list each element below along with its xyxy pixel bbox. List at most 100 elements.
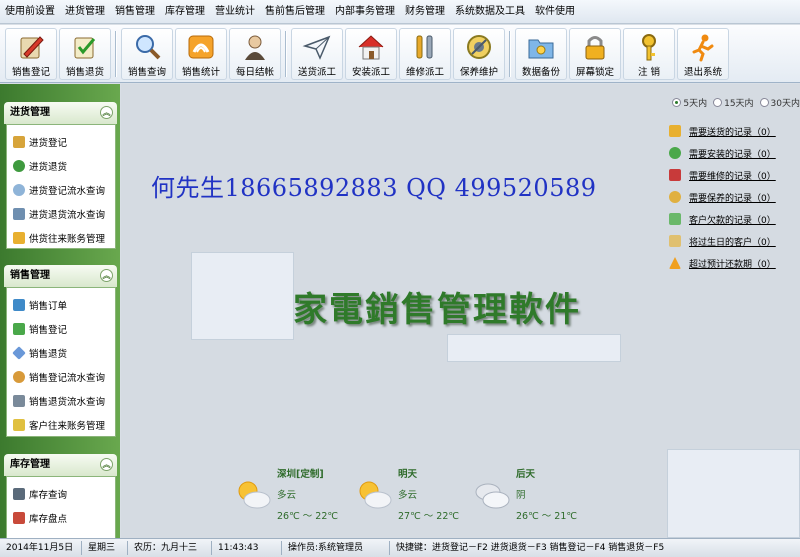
menu-finance[interactable]: 财务管理: [400, 0, 450, 24]
nav-label: 销售退货: [29, 349, 68, 360]
nav-sales-order[interactable]: 销售订单: [13, 295, 67, 315]
status-date: 2014年11月5日: [2, 541, 82, 555]
reminder-link[interactable]: 超过预计还款期（0）: [689, 257, 776, 270]
cake-icon: [669, 235, 681, 247]
nav-purchase-register[interactable]: 进货登记: [13, 132, 67, 152]
decorative-panel: [667, 449, 800, 538]
repair-dispatch-label: 维修派工: [405, 67, 444, 78]
partly-cloudy-icon: [359, 481, 392, 509]
section-body-stock: 库存查询 库存盘点: [6, 476, 116, 538]
weather-tomorrow: 明天 多云 27℃ ～ 22℃: [354, 466, 464, 526]
nav-customer-accounts[interactable]: 客户往来账务管理: [13, 415, 105, 435]
nav-label: 进货登记流水查询: [29, 186, 106, 197]
box-icon: [13, 232, 25, 244]
section-body-purchase: 进货登记 进货退货 进货登记流水查询 进货退货流水查询 供货往来账务管理: [6, 124, 116, 249]
section-header-purchase[interactable]: 进货管理 ︽: [4, 102, 117, 124]
nav-sales-register[interactable]: 销售登记: [13, 319, 67, 339]
weather-condition: 多云: [398, 490, 418, 501]
nav-supplier-accounts[interactable]: 供货往来账务管理: [13, 228, 105, 248]
daily-settlement-label: 每日结帐: [235, 67, 274, 78]
status-lunar-date: 农历：九月十三: [130, 541, 212, 555]
radio-30-days[interactable]: 30天内: [759, 96, 800, 109]
menu-setup[interactable]: 使用前设置: [0, 0, 60, 24]
nav-purchase-return-log[interactable]: 进货退货流水查询: [13, 204, 105, 224]
menu-sales[interactable]: 销售管理: [110, 0, 160, 24]
radio-15-days[interactable]: 15天内: [713, 96, 754, 109]
section-header-sales[interactable]: 销售管理 ︽: [4, 265, 117, 287]
nav-label: 库存查询: [29, 490, 68, 501]
radio-dot: [713, 98, 723, 107]
reminder-link[interactable]: 需要维修的记录（0）: [689, 169, 776, 182]
register-icon: [13, 323, 25, 335]
status-operator: 操作员:系统管理员: [284, 541, 390, 555]
daily-settlement-button[interactable]: 每日结帐: [229, 28, 281, 80]
weather-temperature: 26℃ ～ 22℃: [277, 511, 339, 522]
order-icon: [13, 299, 25, 311]
section-title-stock: 库存管理: [10, 459, 50, 470]
nav-label: 进货退货: [29, 162, 68, 173]
menu-business-stats[interactable]: 营业统计: [210, 0, 260, 24]
logout-button[interactable]: 注 销: [623, 28, 675, 80]
install-dispatch-button[interactable]: 安装派工: [345, 28, 397, 80]
weather-location: 深圳[定制]: [277, 469, 324, 480]
nav-stock-query[interactable]: 库存查询: [13, 484, 67, 504]
reminder-overdue[interactable]: 超过预计还款期（0）: [669, 252, 800, 274]
sales-register-button[interactable]: 销售登记: [5, 28, 57, 80]
screen-lock-button[interactable]: 屏幕锁定: [569, 28, 621, 80]
maintenance-button[interactable]: 保养维护: [453, 28, 505, 80]
reminder-install[interactable]: 需要安装的记录（0）: [669, 142, 800, 164]
nav-label: 供货往来账务管理: [29, 234, 106, 245]
delivery-dispatch-button[interactable]: 送货派工: [291, 28, 343, 80]
nav-stock-count[interactable]: 库存盘点: [13, 508, 67, 528]
tools-icon: [416, 35, 433, 59]
repair-dispatch-button[interactable]: 维修派工: [399, 28, 451, 80]
menu-bar: 使用前设置 进货管理 销售管理 库存管理 营业统计 售前售后管理 内部事务管理 …: [0, 0, 800, 24]
nav-label: 销售订单: [29, 301, 68, 312]
section-body-sales: 销售订单 销售登记 销售退货 销售登记流水查询 销售退货流水查询 客户往来账务管…: [6, 287, 116, 437]
collapse-icon[interactable]: ︽: [100, 269, 113, 282]
reminder-birthday[interactable]: 将过生日的客户（0）: [669, 230, 800, 252]
menu-service[interactable]: 售前售后管理: [260, 0, 330, 24]
delivery-dispatch-label: 送货派工: [297, 67, 336, 78]
sales-stats-button[interactable]: 销售统计: [175, 28, 227, 80]
globe-icon: [13, 160, 25, 172]
collapse-icon[interactable]: ︽: [100, 106, 113, 119]
reminder-delivery[interactable]: 需要送货的记录（0）: [669, 120, 800, 142]
menu-internal[interactable]: 内部事务管理: [330, 0, 400, 24]
nav-sales-register-log[interactable]: 销售登记流水查询: [13, 367, 105, 387]
reminder-link[interactable]: 需要送货的记录（0）: [689, 125, 776, 138]
menu-help[interactable]: 软件使用: [530, 0, 580, 24]
menu-stock[interactable]: 库存管理: [160, 0, 210, 24]
status-time: 11:43:43: [214, 541, 282, 555]
reminder-link[interactable]: 客户欠款的记录（0）: [689, 213, 776, 226]
sales-register-label: 销售登记: [11, 67, 50, 78]
weather-day: 后天: [516, 469, 536, 480]
nav-purchase-register-log[interactable]: 进货登记流水查询: [13, 180, 105, 200]
reminder-link[interactable]: 将过生日的客户（0）: [689, 235, 776, 248]
reminder-link[interactable]: 需要保养的记录（0）: [689, 191, 776, 204]
nav-label: 销售退货流水查询: [29, 397, 106, 408]
exit-system-button[interactable]: 退出系统: [677, 28, 729, 80]
reminder-link[interactable]: 需要安装的记录（0）: [689, 147, 776, 160]
paper-plane-icon: [302, 35, 331, 60]
section-header-stock[interactable]: 库存管理 ︽: [4, 454, 117, 476]
menu-system-tools[interactable]: 系统数据及工具: [450, 0, 530, 24]
exit-system-label: 退出系统: [683, 67, 722, 78]
nav-sales-return-log[interactable]: 销售退货流水查询: [13, 391, 105, 411]
nav-label: 进货退货流水查询: [29, 210, 106, 221]
collapse-icon[interactable]: ︽: [100, 458, 113, 471]
reminder-list: 需要送货的记录（0） 需要安装的记录（0） 需要维修的记录（0） 需要保养的记录…: [669, 120, 800, 274]
nav-purchase-return[interactable]: 进货退货: [13, 156, 67, 176]
reminder-debt[interactable]: 客户欠款的记录（0）: [669, 208, 800, 230]
data-backup-button[interactable]: 数据备份: [515, 28, 567, 80]
sales-return-button[interactable]: 销售退货: [59, 28, 111, 80]
screen-lock-label: 屏幕锁定: [575, 67, 614, 78]
nav-sales-return[interactable]: 销售退货: [12, 343, 68, 363]
sales-query-button[interactable]: 销售查询: [121, 28, 173, 80]
reminder-repair[interactable]: 需要维修的记录（0）: [669, 164, 800, 186]
accounts-icon: [13, 419, 25, 431]
decorative-panel: [447, 334, 621, 362]
menu-purchase[interactable]: 进货管理: [60, 0, 110, 24]
radio-5-days[interactable]: 5天内: [672, 96, 707, 109]
reminder-maintenance[interactable]: 需要保养的记录（0）: [669, 186, 800, 208]
